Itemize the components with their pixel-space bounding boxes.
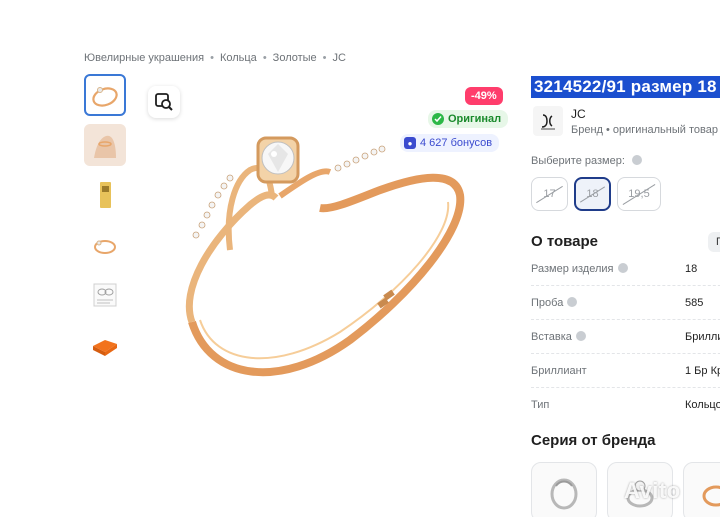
checkmark-icon: [432, 113, 444, 125]
ring-product-icon: [550, 478, 578, 510]
size-option-19-5[interactable]: 19,5: [617, 177, 661, 211]
product-main-image: [185, 136, 465, 377]
thumbnail-2[interactable]: [84, 124, 126, 166]
ring-thumbnail-icon: [92, 87, 118, 107]
spec-label: Размер изделия: [531, 263, 628, 275]
thumbnail-1[interactable]: [84, 74, 126, 116]
size-option-18[interactable]: 18: [574, 177, 611, 211]
product-title: 3214522/91 размер 18: [531, 76, 720, 98]
about-tab-chip[interactable]: П: [708, 232, 720, 252]
box-thumbnail-icon: [93, 340, 117, 356]
hand-thumbnail-icon: [94, 135, 116, 158]
spec-value: Кольцо: [685, 399, 720, 411]
image-search-icon: [155, 93, 173, 111]
size-option-17[interactable]: 17: [531, 177, 568, 211]
series-item-3[interactable]: [683, 462, 720, 517]
thumbnail-gallery: [84, 74, 126, 374]
breadcrumb-item-jewelry[interactable]: Ювелирные украшения: [84, 52, 204, 64]
brand-subtitle: Бренд • оригинальный товар: [571, 124, 720, 136]
info-icon[interactable]: [617, 263, 628, 273]
size-selector: 17 18 19,5: [531, 177, 661, 211]
thumbnail-4[interactable]: [84, 224, 126, 266]
brand-subtitle-text: Бренд • оригинальный товар: [571, 124, 718, 136]
thumbnail-6[interactable]: [84, 324, 126, 366]
spec-divider: [531, 319, 720, 320]
tag-thumbnail-icon: [100, 182, 111, 208]
breadcrumb-item-gold[interactable]: Золотые: [273, 52, 317, 64]
spec-label: Тип: [531, 399, 550, 411]
brand-logo-icon: [541, 114, 555, 130]
thumbnail-5[interactable]: [84, 274, 126, 316]
avito-watermark: Avito: [624, 478, 681, 503]
size-label: Выберите размер:: [531, 155, 642, 167]
series-item-1[interactable]: [531, 462, 597, 517]
spec-divider: [531, 353, 720, 354]
center-stone: [256, 136, 300, 184]
spec-label: Проба: [531, 297, 578, 309]
spec-divider: [531, 387, 720, 388]
ring-product-icon: [702, 485, 720, 507]
series-heading: Серия от бренда: [531, 432, 656, 449]
original-badge-label: Оригинал: [448, 113, 502, 125]
bonus-badge[interactable]: ● 4 627 бонусов: [400, 134, 500, 152]
size-label-text: Выберите размер:: [531, 155, 625, 167]
about-heading: О товаре: [531, 233, 599, 250]
breadcrumb: Ювелирные украшения • Кольца • Золотые •…: [84, 52, 346, 64]
spec-value: 18: [685, 263, 698, 275]
brand-name[interactable]: JC: [571, 107, 586, 121]
info-icon[interactable]: [567, 297, 578, 307]
document-thumbnail-icon: [93, 283, 117, 307]
info-icon[interactable]: [631, 155, 642, 165]
brand-logo[interactable]: [533, 106, 563, 136]
breadcrumb-separator: •: [322, 52, 327, 64]
thumbnail-3[interactable]: [84, 174, 126, 216]
spec-value: Брилли: [685, 331, 720, 343]
bonus-icon: ●: [404, 137, 416, 149]
breadcrumb-separator: •: [262, 52, 267, 64]
spec-value: 585: [685, 297, 704, 309]
spec-label: Вставка: [531, 331, 586, 343]
spec-divider: [531, 285, 720, 286]
breadcrumb-item-brand[interactable]: JC: [333, 52, 346, 64]
original-badge: Оригинал: [428, 110, 509, 128]
info-icon[interactable]: [575, 331, 586, 341]
spec-value: 1 Бр Кр: [685, 365, 720, 377]
breadcrumb-item-rings[interactable]: Кольца: [220, 52, 257, 64]
spec-label: Бриллиант: [531, 365, 587, 377]
breadcrumb-separator: •: [210, 52, 214, 64]
ring-thumbnail-icon: [94, 240, 116, 254]
bonus-badge-label: 4 627 бонусов: [420, 137, 493, 149]
discount-badge: -49%: [465, 87, 503, 105]
